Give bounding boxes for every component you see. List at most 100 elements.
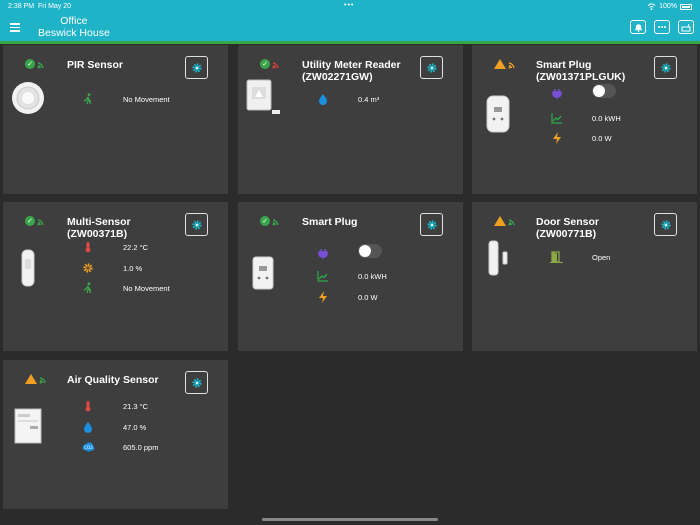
device-card-door-sensor[interactable]: Door Sensor (ZW00771B) Open xyxy=(472,202,697,351)
warning-icon xyxy=(494,59,506,69)
reading-value: 22.2 °C xyxy=(123,242,149,252)
status-right: 100% xyxy=(647,3,692,10)
motion-icon xyxy=(81,92,95,106)
signal-icon xyxy=(272,59,282,69)
ok-check-icon: ✓ xyxy=(260,216,270,226)
gear-icon xyxy=(660,219,671,230)
multitask-dots[interactable]: ••• xyxy=(344,2,354,9)
settings-gear-button[interactable] xyxy=(654,56,677,79)
reading-row: 0.0 kWH xyxy=(550,111,621,125)
power-bolt-icon xyxy=(316,290,330,304)
more-icon[interactable] xyxy=(654,20,670,34)
signal-icon xyxy=(37,216,47,226)
thermometer-icon xyxy=(81,240,95,254)
device-name: Utility Meter Reader (ZW02271GW) xyxy=(302,59,401,83)
location-title: Office xyxy=(60,15,88,27)
motion-icon xyxy=(81,281,95,295)
gear-icon xyxy=(426,219,437,230)
device-card-air-quality[interactable]: Air Quality Sensor 21.3 °C 47.0 % CO2 60… xyxy=(3,360,228,509)
water-drop-icon xyxy=(316,92,330,106)
signal-icon xyxy=(272,216,282,226)
wifi-status-icon xyxy=(647,3,656,10)
power-toggle[interactable] xyxy=(358,244,382,258)
warning-icon xyxy=(494,216,506,226)
ok-check-icon: ✓ xyxy=(25,216,35,226)
signal-icon xyxy=(508,59,518,69)
battery-percent: 100% xyxy=(659,3,677,10)
home-indicator[interactable] xyxy=(262,518,438,521)
reading-value: 0.0 W xyxy=(358,292,378,302)
battery-icon xyxy=(680,3,692,10)
reading-value: No Movement xyxy=(123,94,170,104)
co2-icon: CO2 xyxy=(81,440,95,454)
reading-row: 0.4 m³ xyxy=(316,92,379,106)
settings-gear-button[interactable] xyxy=(654,213,677,236)
device-status: ✓ xyxy=(25,59,47,69)
status-time: 2:38 PM Fri May 20 xyxy=(8,3,72,10)
settings-gear-button[interactable] xyxy=(185,213,208,236)
reading-row: Open xyxy=(550,250,610,264)
reading-row: 1.0 % xyxy=(81,261,142,275)
device-status: ✓ xyxy=(25,216,47,226)
door-sensor-image xyxy=(488,240,508,281)
reading-row: CO2 605.0 ppm xyxy=(81,440,158,454)
energy-chart-icon xyxy=(550,111,564,125)
ok-check-icon: ✓ xyxy=(25,59,35,69)
device-name: Air Quality Sensor xyxy=(67,374,159,386)
status-bar: 2:38 PM Fri May 20 ••• 100% xyxy=(0,0,700,14)
settings-gear-button[interactable] xyxy=(185,371,208,394)
smart-plug-image xyxy=(252,256,274,295)
device-card-smart-plug-warning[interactable]: Smart Plug (ZW01371PLGUK) 0.0 kWH 0.0 W xyxy=(472,45,697,194)
reading-value: 0.0 W xyxy=(592,133,612,143)
gear-icon xyxy=(191,62,202,73)
site-title: Beswick House xyxy=(38,27,110,39)
power-toggle[interactable] xyxy=(592,84,616,98)
reading-value: 0.0 kWH xyxy=(358,271,387,281)
device-name: Multi-Sensor (ZW00371B) xyxy=(67,216,131,240)
meter-reader-image xyxy=(246,79,282,122)
reading-value: Open xyxy=(592,252,611,262)
header-accent-line xyxy=(0,41,700,44)
gear-icon xyxy=(191,377,202,388)
settings-gear-button[interactable] xyxy=(420,56,443,79)
settings-gear-button[interactable] xyxy=(185,56,208,79)
pir-sensor-image xyxy=(11,81,45,120)
device-status xyxy=(494,59,518,69)
brightness-icon xyxy=(81,261,95,275)
menu-icon[interactable] xyxy=(10,23,20,32)
hub-icon[interactable] xyxy=(678,20,694,34)
signal-icon xyxy=(508,216,518,226)
svg-text:CO2: CO2 xyxy=(84,445,93,450)
reading-row: 0.0 W xyxy=(316,290,378,304)
device-card-pir-sensor[interactable]: ✓ PIR Sensor No Movement xyxy=(3,45,228,194)
gear-icon xyxy=(426,62,437,73)
reading-row: 22.2 °C xyxy=(81,240,148,254)
device-status xyxy=(494,216,518,226)
app-header: Office Beswick House xyxy=(0,14,700,44)
reading-value: No Movement xyxy=(123,283,170,293)
reading-row: No Movement xyxy=(81,92,170,106)
device-status: ✓ xyxy=(260,59,282,69)
device-status: ✓ xyxy=(260,216,282,226)
device-card-utility-meter[interactable]: ✓ Utility Meter Reader (ZW02271GW) 0.4 m³ xyxy=(238,45,463,194)
device-name: Smart Plug xyxy=(302,216,358,228)
thermometer-icon xyxy=(81,399,95,413)
reading-row: 0.0 kWH xyxy=(316,269,387,283)
ok-check-icon: ✓ xyxy=(260,59,270,69)
reading-value: 21.3 °C xyxy=(123,401,149,411)
air-quality-sensor-image xyxy=(14,408,42,449)
device-name: PIR Sensor xyxy=(67,59,124,71)
settings-gear-button[interactable] xyxy=(420,213,443,236)
device-name: Door Sensor (ZW00771B) xyxy=(536,216,600,240)
reading-row: 47.0 % xyxy=(81,420,146,434)
bell-icon[interactable] xyxy=(630,20,646,34)
reading-row xyxy=(550,84,616,101)
device-card-smart-plug[interactable]: ✓ Smart Plug 0.0 kWH 0.0 W xyxy=(238,202,463,351)
energy-chart-icon xyxy=(316,269,330,283)
door-icon xyxy=(550,250,564,264)
device-card-multi-sensor[interactable]: ✓ Multi-Sensor (ZW00371B) 22.2 °C 1.0 % N… xyxy=(3,202,228,351)
signal-icon xyxy=(39,374,49,384)
plug-icon xyxy=(316,247,330,261)
multi-sensor-image xyxy=(21,249,35,292)
reading-value: 605.0 ppm xyxy=(123,442,159,452)
